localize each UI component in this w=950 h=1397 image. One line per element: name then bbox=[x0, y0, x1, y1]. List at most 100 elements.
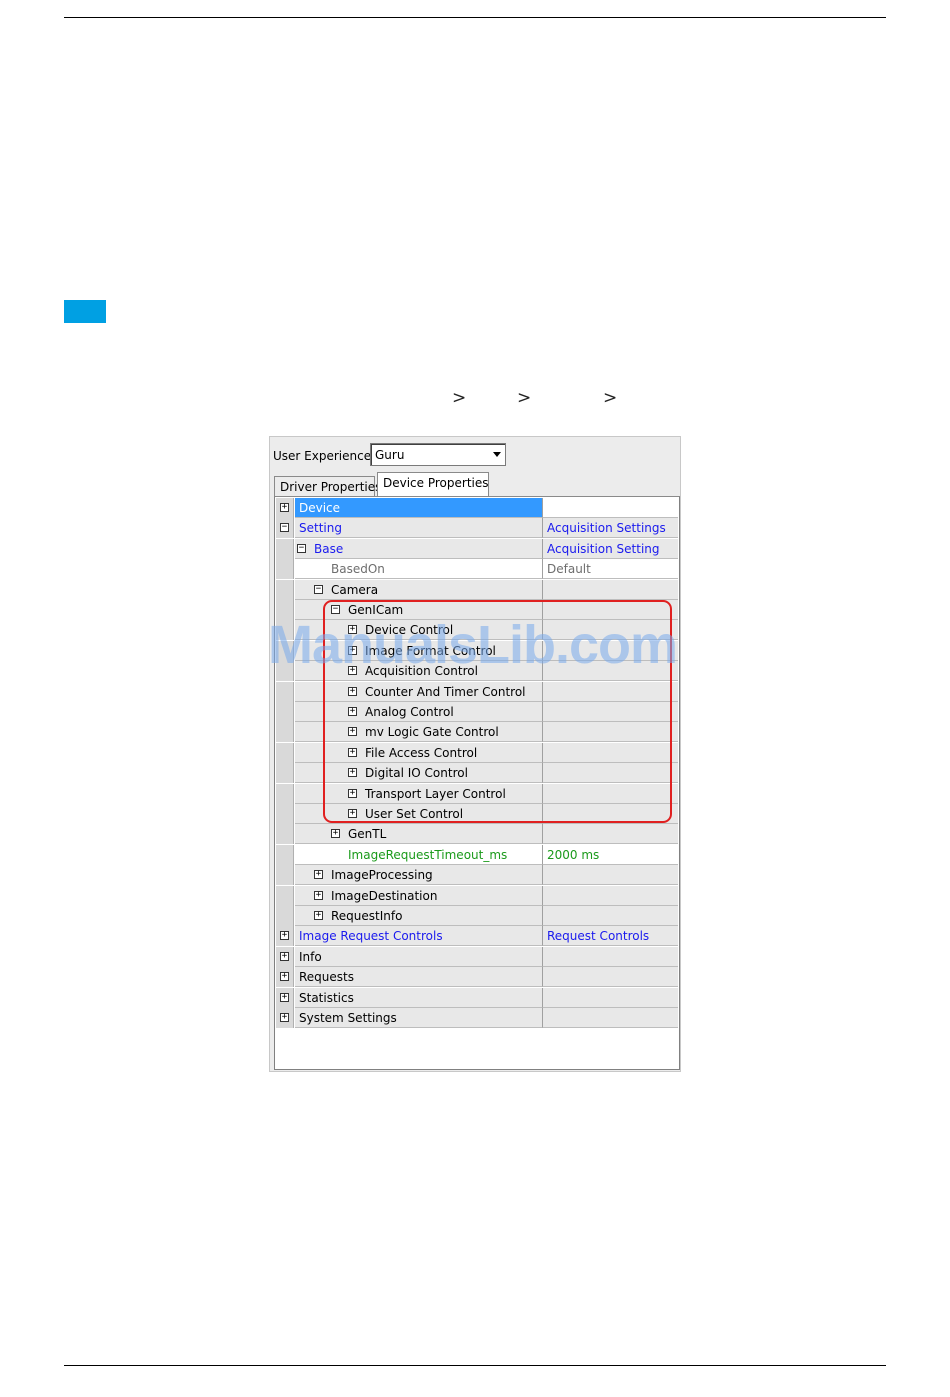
tree-row-value-cell[interactable]: 2000 ms bbox=[543, 844, 678, 865]
tree-row[interactable]: BasedOn Default bbox=[276, 559, 678, 580]
tree-row-name-cell: − GenICam bbox=[295, 600, 543, 620]
tree-row-value-cell[interactable] bbox=[543, 783, 678, 804]
tree-row-label: Device Control bbox=[365, 623, 454, 638]
expand-icon[interactable]: + bbox=[348, 809, 357, 818]
tree-row-value-cell[interactable] bbox=[543, 987, 678, 1008]
tree-row[interactable]: − Camera bbox=[276, 579, 678, 600]
tree-row-label: Acquisition Control bbox=[365, 664, 478, 679]
tree-row-value-cell[interactable] bbox=[543, 1008, 678, 1028]
tree-row[interactable]: − GenICam bbox=[276, 600, 678, 620]
tree-row-label: Image Request Controls bbox=[299, 929, 443, 944]
expand-icon[interactable]: + bbox=[348, 645, 357, 655]
tree-row[interactable]: + GenTL bbox=[276, 824, 678, 845]
tree-row[interactable]: + mv Logic Gate Control bbox=[276, 722, 678, 743]
tree-row[interactable]: + File Access Control bbox=[276, 742, 678, 763]
tree-row-value: 2000 ms bbox=[547, 847, 600, 862]
tree-row[interactable]: − Setting Acquisition Settings bbox=[276, 518, 678, 539]
collapse-icon[interactable]: − bbox=[280, 523, 289, 533]
tree-row[interactable]: − Base Acquisition Setting bbox=[276, 538, 678, 559]
expand-icon[interactable]: + bbox=[280, 992, 289, 1002]
tree-row[interactable]: + System Settings bbox=[276, 1008, 678, 1028]
tree-row-name-cell: + Digital IO Control bbox=[295, 763, 543, 784]
tree-row-value-cell[interactable] bbox=[543, 763, 678, 784]
tree-row[interactable]: + Statistics bbox=[276, 987, 678, 1008]
tree-row-value-cell[interactable] bbox=[543, 885, 678, 906]
tree-row-label: ImageProcessing bbox=[331, 868, 433, 883]
tree-row-label: Digital IO Control bbox=[365, 766, 468, 781]
tree-row[interactable]: + Image Request Controls Request Controls bbox=[276, 926, 678, 947]
tree-row-value-cell[interactable]: Acquisition Settings bbox=[543, 518, 678, 539]
tree-row[interactable]: + Acquisition Control bbox=[276, 661, 678, 682]
expand-icon[interactable]: + bbox=[280, 951, 289, 961]
tree-row-label: ImageDestination bbox=[331, 888, 438, 903]
tree-row-value-cell[interactable] bbox=[543, 681, 678, 702]
tree-row-value-cell[interactable]: Request Controls bbox=[543, 926, 678, 947]
tree-row[interactable]: + Requests bbox=[276, 967, 678, 988]
collapse-icon[interactable]: − bbox=[314, 584, 323, 594]
tree-row[interactable]: + Analog Control bbox=[276, 702, 678, 722]
expand-icon[interactable]: + bbox=[280, 972, 289, 982]
tree-row-label: Setting bbox=[299, 521, 342, 536]
tree-row-value-cell[interactable] bbox=[543, 661, 678, 682]
tree-row-value-cell[interactable] bbox=[543, 722, 678, 743]
tree-row-label: RequestInfo bbox=[331, 909, 403, 923]
tree-row-value-cell[interactable] bbox=[543, 824, 678, 845]
tree-row-value-cell[interactable] bbox=[543, 600, 678, 620]
expand-icon[interactable]: + bbox=[348, 686, 357, 696]
tree-row-label: User Set Control bbox=[365, 807, 464, 821]
tree-row[interactable]: ImageRequestTimeout_ms 2000 ms bbox=[276, 844, 678, 865]
user-experience-select[interactable]: Guru bbox=[370, 443, 506, 466]
row-gutter bbox=[276, 783, 294, 804]
tree-row-value-cell[interactable] bbox=[543, 742, 678, 763]
expand-icon[interactable]: + bbox=[348, 666, 357, 676]
tree-row[interactable]: + Device Control bbox=[276, 620, 678, 641]
tree-row-value-cell[interactable] bbox=[543, 946, 678, 967]
tree-row-value-cell[interactable] bbox=[543, 579, 678, 600]
expand-icon[interactable]: + bbox=[280, 931, 289, 941]
tree-row[interactable]: + Image Format Control bbox=[276, 640, 678, 661]
tab-device-properties[interactable]: Device Properties bbox=[377, 472, 489, 497]
tree-row-value-cell[interactable] bbox=[543, 640, 678, 661]
tab-driver-properties[interactable]: Driver Properties bbox=[274, 476, 381, 497]
expand-icon[interactable]: + bbox=[331, 829, 340, 839]
bottom-rule bbox=[64, 1365, 886, 1366]
expand-icon[interactable]: + bbox=[280, 503, 289, 512]
row-gutter bbox=[276, 804, 294, 824]
expand-icon[interactable]: + bbox=[314, 911, 323, 920]
tree-row-value-cell[interactable] bbox=[543, 967, 678, 988]
row-gutter bbox=[276, 742, 294, 763]
tree-row[interactable]: + Info bbox=[276, 946, 678, 967]
expand-icon[interactable]: + bbox=[348, 727, 357, 737]
tree-row-name-cell: + mv Logic Gate Control bbox=[295, 722, 543, 743]
tree-row-value-cell[interactable] bbox=[543, 865, 678, 886]
tree-row[interactable]: + ImageDestination bbox=[276, 885, 678, 906]
expand-icon[interactable]: + bbox=[348, 625, 357, 635]
tree-row[interactable]: + Digital IO Control bbox=[276, 763, 678, 784]
tree-row-value-cell[interactable] bbox=[543, 906, 678, 926]
expand-icon[interactable]: + bbox=[348, 768, 357, 778]
tree-row[interactable]: + RequestInfo bbox=[276, 906, 678, 926]
expand-icon[interactable]: + bbox=[314, 870, 323, 880]
collapse-icon[interactable]: − bbox=[331, 605, 340, 614]
tree-row[interactable]: + ImageProcessing bbox=[276, 865, 678, 886]
tree-row-value-cell[interactable] bbox=[543, 498, 678, 518]
tree-row[interactable]: + User Set Control bbox=[276, 804, 678, 824]
tree-row[interactable]: + Transport Layer Control bbox=[276, 783, 678, 804]
collapse-icon[interactable]: − bbox=[297, 543, 306, 553]
tree-row-value-cell[interactable] bbox=[543, 804, 678, 824]
tree-row[interactable]: + Counter And Timer Control bbox=[276, 681, 678, 702]
breadcrumb-separator: > bbox=[452, 388, 467, 408]
expand-icon[interactable]: + bbox=[348, 788, 357, 798]
tree-row-value-cell[interactable]: Acquisition Setting bbox=[543, 538, 678, 559]
tree-row-name-cell: + GenTL bbox=[295, 824, 543, 845]
row-gutter bbox=[276, 579, 294, 600]
tree-row-value-cell[interactable] bbox=[543, 620, 678, 641]
expand-icon[interactable]: + bbox=[348, 707, 357, 716]
expand-icon[interactable]: + bbox=[314, 890, 323, 900]
row-gutter bbox=[276, 722, 294, 743]
tree-row[interactable]: + Device bbox=[276, 498, 678, 518]
tree-row-value-cell[interactable]: Default bbox=[543, 559, 678, 580]
tree-row-value-cell[interactable] bbox=[543, 702, 678, 722]
expand-icon[interactable]: + bbox=[280, 1013, 289, 1022]
expand-icon[interactable]: + bbox=[348, 747, 357, 757]
